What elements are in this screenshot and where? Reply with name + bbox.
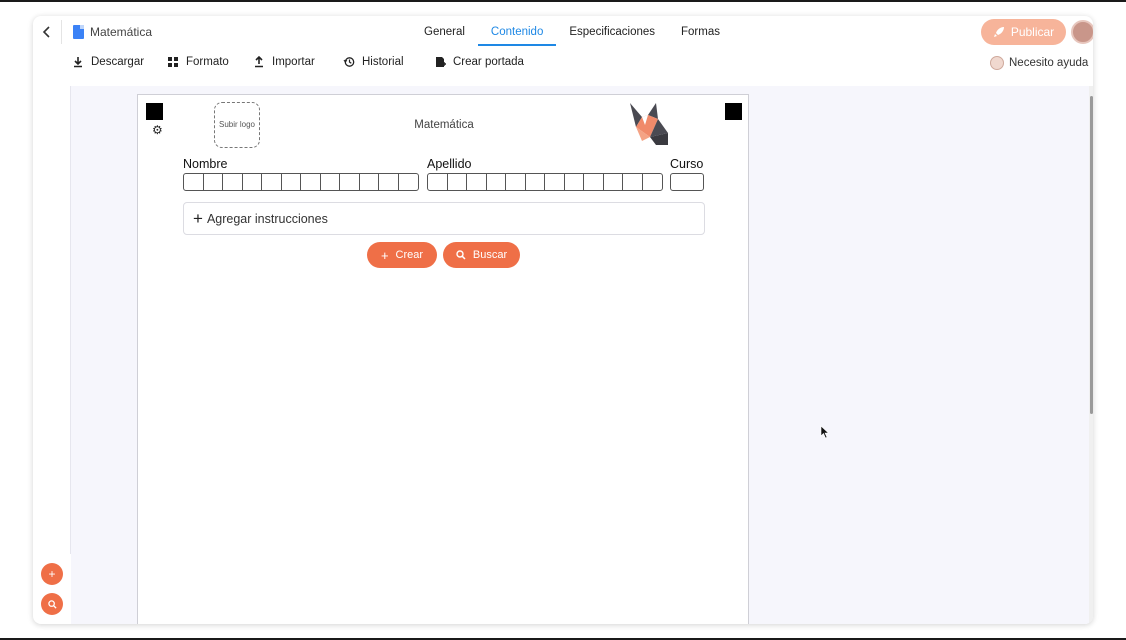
letter-box bbox=[526, 174, 545, 190]
format-icon bbox=[168, 57, 178, 67]
import-label: Importar bbox=[272, 56, 315, 68]
letter-box bbox=[565, 174, 584, 190]
toolbar: Descargar Formato Importar Historial Cre… bbox=[33, 50, 1093, 76]
letter-box bbox=[467, 174, 487, 190]
tab-formas[interactable]: Formas bbox=[668, 16, 733, 46]
curso-label: Curso bbox=[670, 157, 704, 171]
letter-box bbox=[399, 174, 419, 190]
search-label: Buscar bbox=[472, 249, 508, 261]
document-title: Matemática bbox=[73, 25, 152, 39]
editor-window: Matemática General Contenido Especificac… bbox=[33, 16, 1093, 624]
add-instructions-label: Agregar instrucciones bbox=[206, 211, 328, 226]
avatar[interactable] bbox=[1071, 20, 1093, 44]
tab-especificaciones[interactable]: Especificaciones bbox=[556, 16, 668, 46]
document-icon bbox=[73, 25, 84, 39]
format-label: Formato bbox=[186, 56, 229, 68]
letter-box bbox=[506, 174, 526, 190]
left-panel bbox=[33, 86, 71, 554]
create-cover-button[interactable]: Crear portada bbox=[434, 56, 524, 68]
logo-upload-label: Subir logo bbox=[218, 120, 256, 129]
letter-box bbox=[545, 174, 565, 190]
letter-box bbox=[360, 174, 379, 190]
search-button[interactable]: Buscar bbox=[443, 242, 520, 268]
document-title-text: Matemática bbox=[90, 25, 153, 39]
format-button[interactable]: Formato bbox=[167, 56, 229, 68]
help-label: Necesito ayuda bbox=[1009, 57, 1089, 69]
mouse-cursor-icon bbox=[820, 425, 830, 439]
tab-general[interactable]: General bbox=[411, 16, 478, 46]
letter-box bbox=[243, 174, 262, 190]
curso-box[interactable] bbox=[670, 173, 704, 191]
download-button[interactable]: Descargar bbox=[72, 56, 144, 68]
letter-box bbox=[379, 174, 399, 190]
publish-label: Publicar bbox=[1010, 25, 1055, 39]
rocket-icon bbox=[993, 27, 1004, 37]
nombre-boxes[interactable] bbox=[183, 173, 419, 191]
back-icon bbox=[42, 26, 50, 38]
add-instructions-button[interactable]: + Agregar instrucciones bbox=[183, 202, 705, 235]
letter-box bbox=[184, 174, 204, 190]
letter-box bbox=[428, 174, 448, 190]
publish-button[interactable]: Publicar bbox=[981, 19, 1066, 45]
cover-icon bbox=[436, 57, 446, 67]
history-icon bbox=[343, 57, 355, 67]
gear-icon[interactable]: ⚙ bbox=[152, 124, 164, 136]
letter-box bbox=[623, 174, 643, 190]
header-divider bbox=[61, 20, 62, 44]
upload-icon bbox=[255, 56, 263, 68]
apellido-boxes[interactable] bbox=[427, 173, 663, 191]
create-button[interactable]: + Crear bbox=[367, 242, 437, 268]
download-label: Descargar bbox=[91, 56, 145, 68]
nombre-label: Nombre bbox=[183, 157, 228, 171]
download-icon bbox=[74, 57, 82, 68]
apellido-label: Apellido bbox=[427, 157, 472, 171]
plus-icon: + bbox=[193, 208, 203, 228]
back-button[interactable] bbox=[39, 24, 55, 40]
letter-box bbox=[321, 174, 340, 190]
letter-box bbox=[223, 174, 243, 190]
letter-box bbox=[340, 174, 360, 190]
letter-box bbox=[604, 174, 623, 190]
plus-icon: + bbox=[380, 247, 389, 263]
letter-box bbox=[448, 174, 467, 190]
add-fab-button[interactable]: + bbox=[41, 563, 63, 585]
plus-icon: + bbox=[48, 567, 56, 581]
tab-contenido[interactable]: Contenido bbox=[477, 16, 557, 46]
sheet-title[interactable]: Matemática bbox=[374, 119, 514, 131]
search-icon bbox=[456, 250, 466, 260]
worksheet-page: ⚙ Subir logo Matemática Nombre Apellido … bbox=[137, 94, 749, 624]
help-button[interactable]: Necesito ayuda bbox=[990, 56, 1088, 70]
tab-bar: General Contenido Especificaciones Forma… bbox=[411, 16, 733, 46]
top-border bbox=[0, 0, 1126, 2]
search-fab-button[interactable] bbox=[41, 593, 63, 615]
scrollbar-thumb[interactable] bbox=[1090, 96, 1093, 414]
help-icon bbox=[990, 56, 1004, 70]
fox-logo-icon bbox=[630, 103, 668, 145]
history-label: Historial bbox=[362, 56, 404, 68]
letter-box bbox=[487, 174, 506, 190]
corner-marker-left bbox=[146, 103, 163, 120]
letter-box bbox=[262, 174, 282, 190]
create-label: Crear bbox=[395, 249, 424, 261]
create-cover-label: Crear portada bbox=[453, 56, 524, 68]
letter-box bbox=[643, 174, 663, 190]
logo-upload-button[interactable]: Subir logo bbox=[214, 102, 260, 148]
import-button[interactable]: Importar bbox=[253, 56, 315, 68]
corner-marker-right bbox=[725, 103, 742, 120]
letter-box bbox=[584, 174, 604, 190]
letter-box bbox=[301, 174, 321, 190]
header-bar: Matemática General Contenido Especificac… bbox=[33, 16, 1093, 50]
search-icon bbox=[47, 599, 57, 609]
letter-box bbox=[282, 174, 301, 190]
letter-box bbox=[204, 174, 223, 190]
history-button[interactable]: Historial bbox=[343, 56, 404, 68]
